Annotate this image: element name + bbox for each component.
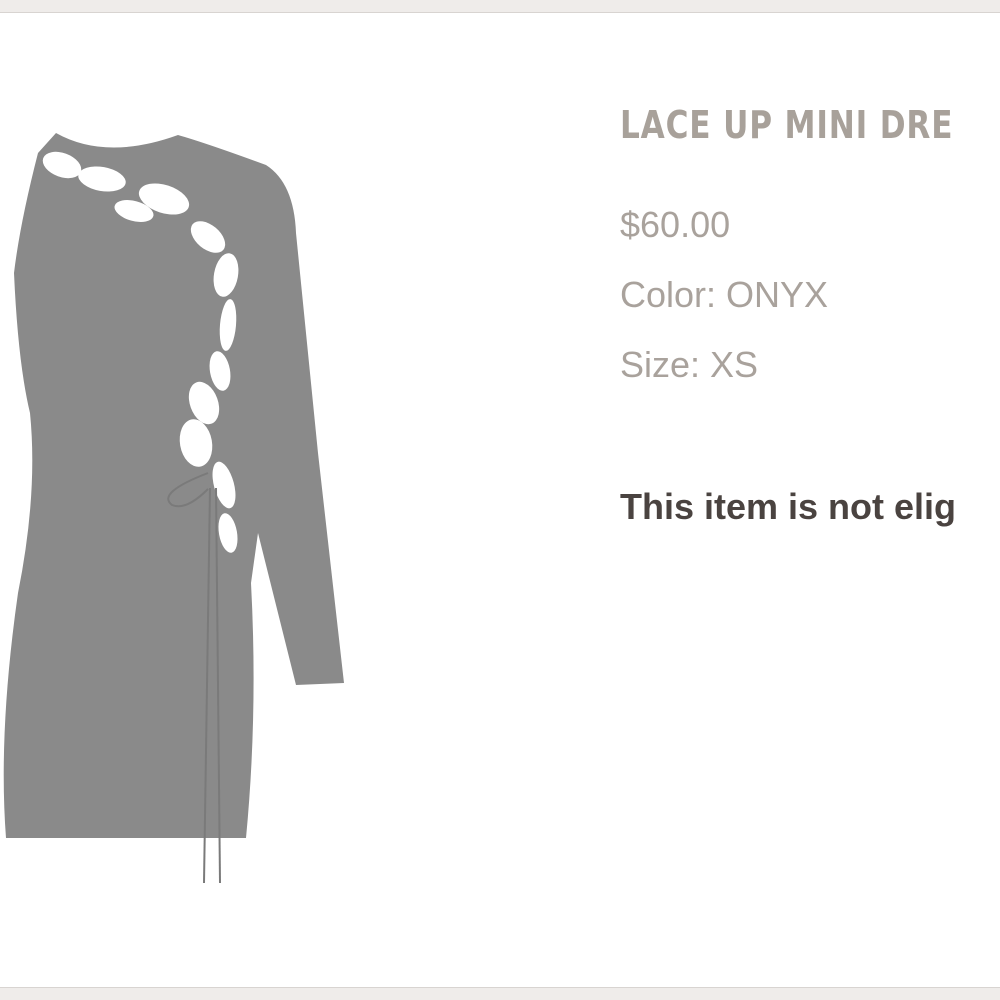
dress-body: [3, 133, 344, 838]
product-color: Color: ONYX: [620, 274, 829, 315]
product-card: LACE UP MINI DRE $60.00 Color: ONYX Size…: [0, 12, 1000, 988]
product-info: LACE UP MINI DRE $60.00 Color: ONYX Size…: [620, 97, 1000, 531]
product-title: LACE UP MINI DRE: [620, 103, 954, 147]
product-image[interactable]: [0, 113, 356, 903]
screenshot-page: LACE UP MINI DRE $60.00 Color: ONYX Size…: [0, 0, 1000, 1000]
eligibility-notice: This item is not elig: [620, 486, 957, 527]
product-price: $60.00: [620, 204, 731, 245]
product-size: Size: XS: [620, 344, 759, 385]
